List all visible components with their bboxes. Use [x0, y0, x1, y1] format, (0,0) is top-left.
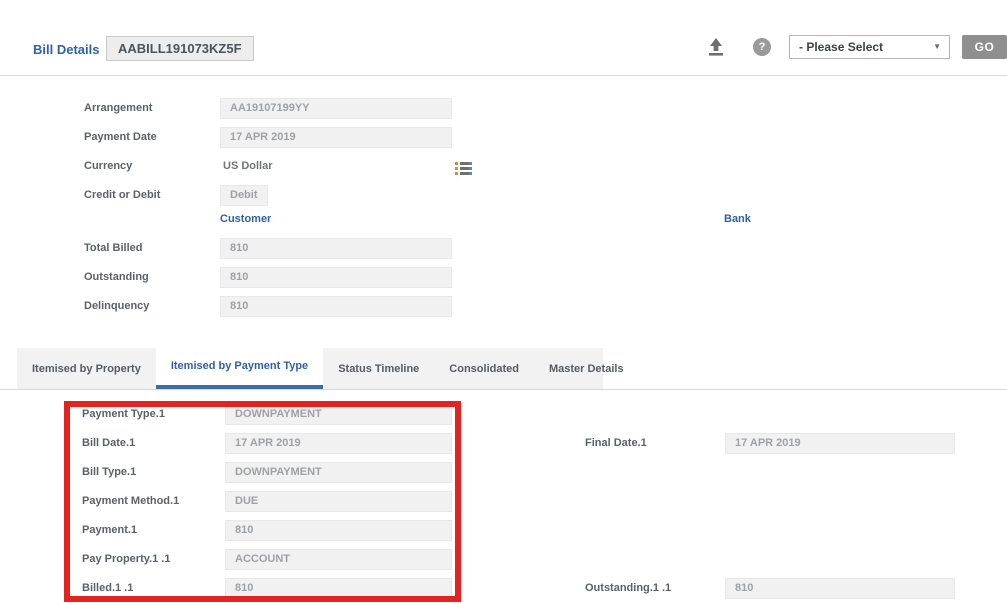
final-date-1-field[interactable]: 17 APR 2019 [725, 433, 955, 454]
field-label-bill-date-1: Bill Date.1 [82, 433, 135, 454]
tab-status-timeline[interactable]: Status Timeline [323, 348, 434, 390]
field-label-outstanding: Outstanding [84, 267, 149, 288]
bill-date-1-field[interactable]: 17 APR 2019 [225, 433, 452, 454]
field-label-final-date-1: Final Date.1 [585, 433, 647, 454]
help-icon[interactable]: ? [753, 38, 771, 56]
field-label-payment-type-1: Payment Type.1 [82, 404, 165, 425]
tab-consolidated[interactable]: Consolidated [434, 348, 534, 390]
field-label-billed-1-1: Billed.1 .1 [82, 578, 133, 599]
field-label-payment-1: Payment.1 [82, 520, 137, 541]
action-select-value: - Please Select [799, 40, 883, 54]
bill-type-1-field[interactable]: DOWNPAYMENT [225, 462, 452, 483]
bank-link[interactable]: Bank [724, 211, 751, 227]
field-label-outstanding-1-1: Outstanding.1 .1 [585, 578, 671, 599]
field-label-currency: Currency [84, 156, 132, 177]
field-label-payment-date: Payment Date [84, 127, 157, 148]
payment-type-1-field[interactable]: DOWNPAYMENT [225, 404, 452, 425]
field-label-credit-or-debit: Credit or Debit [84, 185, 160, 206]
payment-date-field[interactable]: 17 APR 2019 [220, 127, 452, 148]
tab-strip: Itemised by Property Itemised by Payment… [17, 348, 603, 390]
action-select[interactable]: - Please Select ▼ [789, 35, 950, 59]
upload-icon[interactable] [705, 37, 727, 57]
field-label-total-billed: Total Billed [84, 238, 142, 259]
tab-itemised-by-payment-type[interactable]: Itemised by Payment Type [156, 348, 323, 390]
credit-or-debit-field[interactable]: Debit [220, 185, 268, 206]
outstanding-1-1-field[interactable]: 810 [725, 578, 955, 599]
arrangement-field[interactable]: AA19107199YY [220, 98, 452, 119]
pay-property-1-1-field[interactable]: ACCOUNT [225, 549, 452, 570]
total-billed-field[interactable]: 810 [220, 238, 452, 259]
outstanding-field[interactable]: 810 [220, 267, 452, 288]
go-button[interactable]: GO [962, 35, 1007, 59]
page-title: Bill Details [33, 42, 99, 57]
field-label-pay-property-1-1: Pay Property.1 .1 [82, 549, 170, 570]
billed-1-1-field[interactable]: 810 [225, 578, 452, 599]
tab-itemised-by-property[interactable]: Itemised by Property [17, 348, 156, 390]
tab-master-details[interactable]: Master Details [534, 348, 639, 390]
payment-1-field[interactable]: 810 [225, 520, 452, 541]
field-label-delinquency: Delinquency [84, 296, 149, 317]
header-divider [0, 75, 1007, 76]
currency-value: US Dollar [223, 156, 273, 177]
list-icon[interactable] [455, 162, 472, 177]
customer-link[interactable]: Customer [220, 211, 271, 227]
delinquency-field[interactable]: 810 [220, 296, 452, 317]
bill-details-page: Bill Details AABILL191073KZ5F ? - Please… [0, 0, 1007, 604]
payment-method-1-field[interactable]: DUE [225, 491, 452, 512]
field-label-payment-method-1: Payment Method.1 [82, 491, 179, 512]
tabs-divider [0, 389, 1007, 390]
field-label-bill-type-1: Bill Type.1 [82, 462, 136, 483]
bill-id-badge: AABILL191073KZ5F [106, 36, 254, 61]
chevron-down-icon: ▼ [933, 36, 941, 58]
field-label-arrangement: Arrangement [84, 98, 152, 119]
